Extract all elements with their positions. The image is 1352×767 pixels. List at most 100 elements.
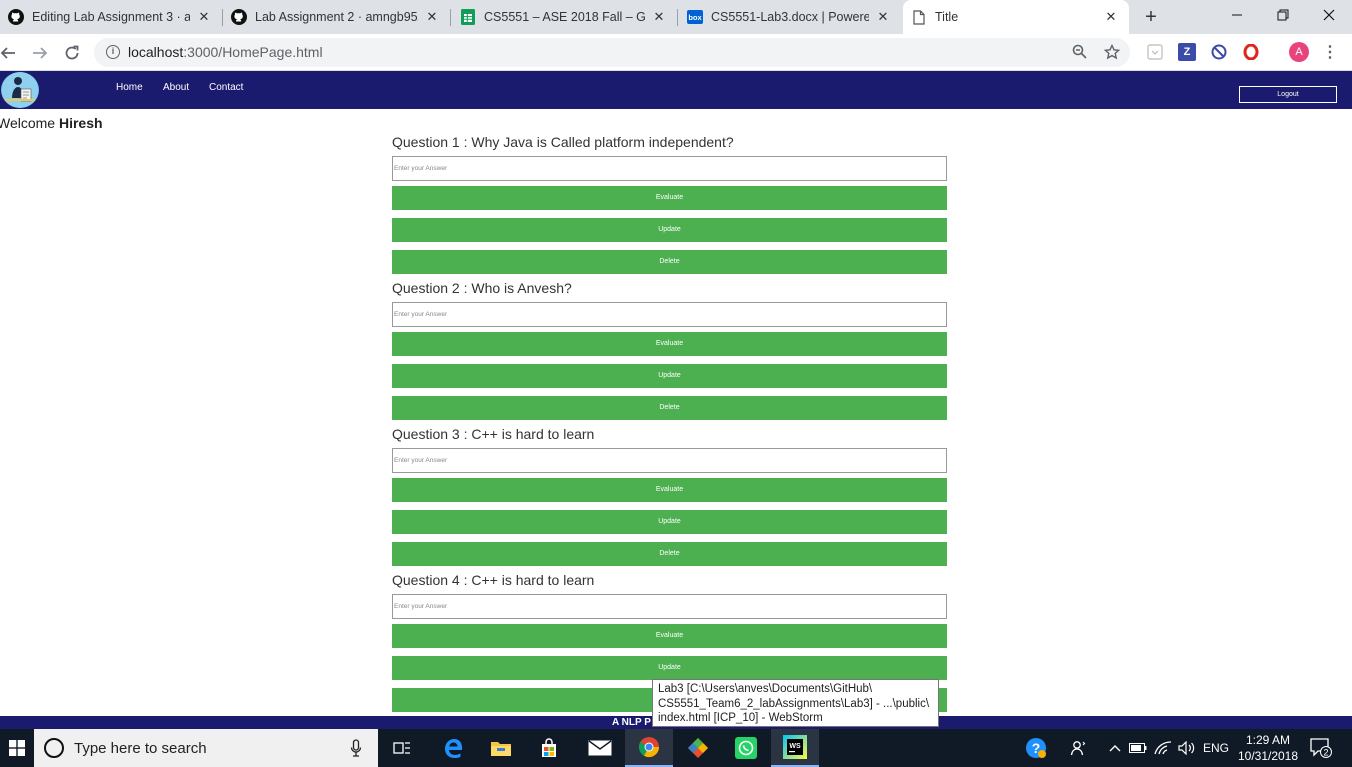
close-icon[interactable]: ✕	[1103, 9, 1119, 25]
tab-title: CS5551 – ASE 2018 Fall – Goog	[484, 10, 645, 24]
notification-count: 2	[1323, 748, 1328, 758]
wifi-icon[interactable]	[1153, 729, 1173, 767]
language-indicator[interactable]: ENG	[1202, 729, 1230, 767]
tab-divider	[450, 9, 451, 26]
sheets-icon	[460, 9, 476, 25]
update-button[interactable]: Update	[392, 218, 947, 242]
z-extension-label: Z	[1183, 46, 1191, 58]
mail-icon[interactable]	[576, 729, 624, 767]
info-icon[interactable]: i	[106, 45, 120, 59]
address-bar[interactable]: i localhost:3000/HomePage.html	[94, 38, 1130, 67]
taskbar-clock[interactable]: 1:29 AM 10/31/2018	[1232, 732, 1304, 764]
footer-text: A NLP P	[612, 717, 651, 728]
url-host: localhost	[128, 44, 184, 60]
battery-icon[interactable]	[1128, 729, 1148, 767]
z-extension-icon[interactable]: Z	[1178, 43, 1196, 61]
block-extension-icon[interactable]	[1210, 43, 1228, 61]
whatsapp-icon[interactable]	[722, 729, 770, 767]
close-icon[interactable]: ✕	[875, 9, 891, 25]
volume-icon[interactable]	[1177, 729, 1197, 767]
browser-tab-1[interactable]: Editing Lab Assignment 3 · am ✕	[0, 0, 222, 34]
opera-extension-icon[interactable]	[1242, 43, 1260, 61]
file-explorer-icon[interactable]	[477, 729, 525, 767]
close-icon[interactable]: ✕	[651, 9, 667, 25]
question-title: Question 4 : C++ is hard to learn	[392, 572, 595, 588]
show-hidden-icons-chevron-icon[interactable]	[1106, 729, 1124, 767]
answer-input[interactable]	[392, 302, 947, 327]
webstorm-taskbar-tooltip: Lab3 [C:\Users\anves\Documents\GitHub\ C…	[652, 679, 939, 727]
chrome-icon[interactable]	[625, 729, 673, 767]
page-icon	[911, 9, 927, 25]
delete-button[interactable]: Delete	[392, 396, 947, 420]
question-title: Question 2 : Who is Anvesh?	[392, 280, 572, 296]
tab-title: Lab Assignment 2 · amngb95/C	[255, 10, 418, 24]
close-icon[interactable]: ✕	[424, 9, 440, 25]
windows-start-icon[interactable]	[0, 729, 34, 767]
restore-icon[interactable]	[1260, 0, 1306, 30]
webstorm-label: WS	[789, 743, 801, 750]
menu-kebab-icon[interactable]: ⋮	[1321, 43, 1339, 61]
question-block-4: Question 4 : C++ is hard to learn Evalua…	[392, 572, 947, 712]
cortana-icon	[44, 738, 64, 758]
edge-browser-icon[interactable]	[429, 729, 477, 767]
profile-initial: A	[1295, 46, 1303, 58]
site-logo[interactable]	[1, 72, 39, 108]
pocket-extension-icon[interactable]	[1146, 43, 1164, 61]
delete-button[interactable]: Delete	[392, 250, 947, 274]
evaluate-button[interactable]: Evaluate	[392, 478, 947, 502]
clock-time: 1:29 AM	[1245, 733, 1291, 747]
profile-avatar[interactable]: A	[1289, 42, 1309, 62]
answer-input[interactable]	[392, 156, 947, 181]
url-text: localhost:3000/HomePage.html	[128, 44, 323, 60]
zoom-icon[interactable]	[1070, 44, 1088, 62]
bookmark-star-icon[interactable]	[1103, 43, 1121, 62]
nav-home-link[interactable]: Home	[116, 82, 143, 93]
people-icon[interactable]	[1066, 729, 1092, 767]
delete-button[interactable]: Delete	[392, 542, 947, 566]
forward-arrow-icon[interactable]	[28, 41, 52, 65]
task-view-icon[interactable]	[378, 729, 426, 767]
back-arrow-icon[interactable]	[0, 41, 20, 65]
answer-input[interactable]	[392, 448, 947, 473]
taskbar-search-placeholder: Type here to search	[74, 740, 207, 757]
update-button[interactable]: Update	[392, 656, 947, 680]
new-tab-button[interactable]: +	[1140, 7, 1162, 29]
microsoft-store-icon[interactable]	[525, 729, 573, 767]
close-icon[interactable]: ✕	[196, 9, 212, 25]
github-icon	[231, 9, 247, 25]
tab-title: CS5551-Lab3.docx | Powered b	[711, 10, 869, 24]
minimize-icon[interactable]	[1214, 0, 1260, 30]
question-block-2: Question 2 : Who is Anvesh? Evaluate Upd…	[392, 280, 947, 420]
webstorm-icon[interactable]: WS	[771, 729, 819, 767]
update-button[interactable]: Update	[392, 510, 947, 534]
tooltip-line: index.html [ICP_10] - WebStorm	[658, 712, 823, 724]
welcome-username: Hiresh	[58, 115, 103, 131]
browser-tab-3[interactable]: CS5551 – ASE 2018 Fall – Goog ✕	[452, 0, 677, 34]
nav-contact-link[interactable]: Contact	[209, 82, 243, 93]
welcome-prefix: Welcome	[0, 115, 59, 131]
logout-button[interactable]: Logout	[1239, 86, 1337, 103]
browser-toolbar: i localhost:3000/HomePage.html Z A ⋮	[0, 34, 1352, 71]
browser-tab-4[interactable]: box CS5551-Lab3.docx | Powered b ✕	[679, 0, 901, 34]
answer-input[interactable]	[392, 594, 947, 619]
tab-divider	[677, 9, 678, 26]
reload-icon[interactable]	[60, 41, 84, 65]
taskbar-search-box[interactable]: Type here to search	[34, 729, 378, 767]
tab-title: Title	[935, 10, 959, 24]
microphone-icon[interactable]	[350, 739, 362, 757]
notification-center-icon[interactable]: 2	[1306, 729, 1336, 767]
nav-about-link[interactable]: About	[163, 82, 189, 93]
tooltip-line: CS5551_Team6_2_labAssignments\Lab3] - ..…	[658, 697, 930, 710]
evaluate-button[interactable]: Evaluate	[392, 186, 947, 210]
evaluate-button[interactable]: Evaluate	[392, 624, 947, 648]
browser-tab-2[interactable]: Lab Assignment 2 · amngb95/C ✕	[223, 0, 450, 34]
help-icon[interactable]: ?	[1022, 729, 1050, 767]
window-close-icon[interactable]	[1306, 0, 1352, 30]
update-button[interactable]: Update	[392, 364, 947, 388]
clock-date: 10/31/2018	[1237, 749, 1299, 763]
github-icon	[8, 9, 24, 25]
gitkraken-icon[interactable]	[674, 729, 722, 767]
browser-tab-5-active[interactable]: Title ✕	[903, 0, 1129, 34]
evaluate-button[interactable]: Evaluate	[392, 332, 947, 356]
tooltip-line: Lab3 [C:\Users\anves\Documents\GitHub\	[658, 683, 873, 695]
